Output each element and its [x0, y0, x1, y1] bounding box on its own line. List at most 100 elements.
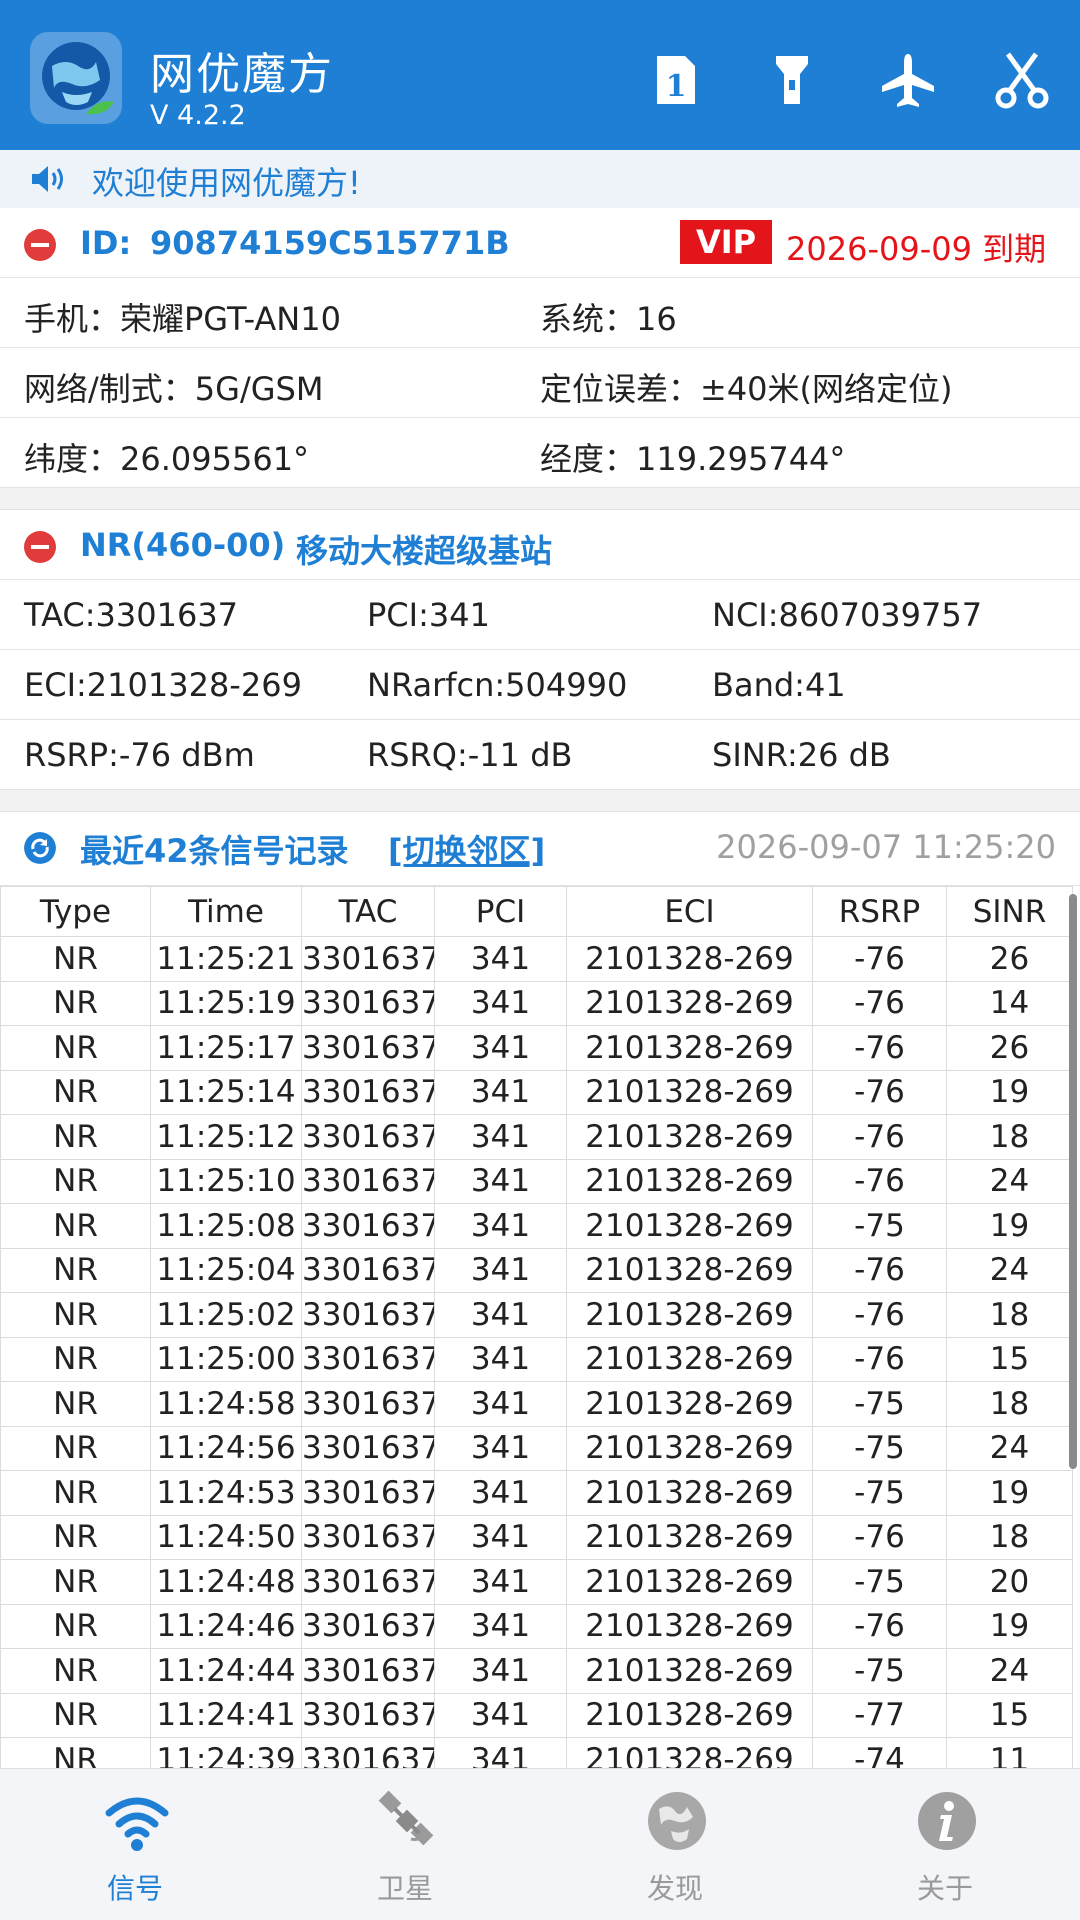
cell-rsrp: -76 — [812, 1069, 947, 1115]
cell-pci: 341 — [434, 936, 567, 982]
records-table-container[interactable]: Type Time TAC PCI ECI RSRP SINR NR 11:25:… — [0, 886, 1080, 1768]
cell-eci: 2101328-269 — [566, 1336, 813, 1382]
cell-tac: 3301637 — [301, 1025, 435, 1071]
cell-eci: 2101328-269 — [566, 1692, 813, 1738]
welcome-text: 欢迎使用网优魔方! — [92, 164, 361, 202]
cell-time: 11:25:00 — [150, 1336, 302, 1382]
cell-sinr: 11 — [946, 1737, 1073, 1768]
satellite-icon — [378, 1790, 434, 1846]
cell-pci: 341 — [434, 1692, 567, 1738]
location-error: 定位误差：±40米(网络定位) — [540, 370, 953, 408]
nav-item-about[interactable]: 关于 — [810, 1769, 1080, 1920]
cell-eci: 2101328-269 — [566, 1470, 813, 1516]
cell-pci: 341 — [434, 1381, 567, 1427]
cell-pci: 341 — [434, 1292, 567, 1338]
cell-rsrp: RSRP:-76 dBm — [24, 736, 255, 774]
cell-type: NR — [0, 1692, 151, 1738]
device-id-value: 90874159C515771B — [150, 224, 510, 262]
cell-tac: 3301637 — [301, 1336, 435, 1382]
table-row: NR 11:25:14 3301637 341 2101328-269 -76 19 — [0, 1069, 1073, 1115]
table-scrollbar[interactable] — [1069, 894, 1077, 1469]
sim-card-icon[interactable]: 1 — [645, 50, 705, 110]
cell-row-3: RSRP:-76 dBm RSRQ:-11 dB SINR:26 dB — [0, 720, 1080, 790]
switch-neighbor-link[interactable]: [切换邻区] — [388, 826, 545, 872]
cell-eci: 2101328-269 — [566, 1381, 813, 1427]
cell-tac: 3301637 — [301, 1514, 435, 1560]
cell-eci: ECI:2101328-269 — [24, 666, 302, 704]
airplane-icon[interactable] — [878, 50, 938, 110]
cell-tac: 3301637 — [301, 1158, 435, 1204]
nav-item-satellite[interactable]: 卫星 — [270, 1769, 540, 1920]
cell-rsrp: -76 — [812, 1514, 947, 1560]
cell-rsrp: -76 — [812, 1114, 947, 1160]
col-header-time: Time — [150, 886, 302, 937]
records-header-row: Type Time TAC PCI ECI RSRP SINR — [0, 886, 1073, 937]
records-timestamp: 2026-09-07 11:25:20 — [716, 828, 1056, 866]
cell-type: NR — [0, 1737, 151, 1768]
cell-type: NR — [0, 1158, 151, 1204]
cell-time: 11:24:46 — [150, 1603, 302, 1649]
cell-eci: 2101328-269 — [566, 1114, 813, 1160]
cell-rsrp: -75 — [812, 1559, 947, 1605]
table-row: NR 11:25:00 3301637 341 2101328-269 -76 15 — [0, 1336, 1073, 1382]
records-header: 最近42条信号记录 [切换邻区] 2026-09-07 11:25:20 — [0, 812, 1080, 886]
cell-type: NR — [0, 1025, 151, 1071]
table-row: NR 11:24:58 3301637 341 2101328-269 -75 18 — [0, 1381, 1073, 1427]
nav-item-discover[interactable]: 发现 — [540, 1769, 810, 1920]
cell-tac: 3301637 — [301, 936, 435, 982]
cell-pci: 341 — [434, 1603, 567, 1649]
table-row: NR 11:24:56 3301637 341 2101328-269 -75 24 — [0, 1425, 1073, 1471]
table-row: NR 11:24:46 3301637 341 2101328-269 -76 19 — [0, 1603, 1073, 1649]
cell-eci: 2101328-269 — [566, 1559, 813, 1605]
cell-site-name: 移动大楼超级基站 — [296, 532, 553, 570]
cell-rsrq: RSRQ:-11 dB — [367, 736, 573, 774]
cell-rsrp: -75 — [812, 1203, 947, 1249]
cell-pci: 341 — [434, 1025, 567, 1071]
nav-item-signal[interactable]: 信号 — [0, 1769, 270, 1920]
cell-rsrp: -74 — [812, 1737, 947, 1768]
cell-tac: 3301637 — [301, 1603, 435, 1649]
table-row: NR 11:24:53 3301637 341 2101328-269 -75 19 — [0, 1470, 1073, 1516]
cell-time: 11:25:04 — [150, 1247, 302, 1293]
collapse-device-icon[interactable] — [24, 229, 56, 261]
cell-row-1: TAC:3301637 PCI:341 NCI:8607039757 — [0, 580, 1080, 650]
cell-time: 11:25:12 — [150, 1114, 302, 1160]
cell-rsrp: -77 — [812, 1692, 947, 1738]
cell-type: NR — [0, 1559, 151, 1605]
cell-pci: 341 — [434, 980, 567, 1026]
flashlight-icon[interactable] — [762, 50, 822, 110]
cell-type: NR — [0, 1603, 151, 1649]
device-network-row: 网络/制式：5G/GSM 定位误差：±40米(网络定位) — [0, 348, 1080, 418]
device-id-row: ID: 90874159C515771B VIP 2026-09-09 到期 — [0, 208, 1080, 278]
device-phone-row: 手机：荣耀PGT-AN10 系统：16 — [0, 278, 1080, 348]
cell-nrarfcn: NRarfcn:504990 — [367, 666, 628, 704]
nav-label-about: 关于 — [916, 1872, 973, 1905]
speaker-icon — [32, 166, 63, 192]
records-title: 最近42条信号记录 — [80, 832, 349, 870]
cell-band: Band:41 — [712, 666, 846, 704]
phone-model: 手机：荣耀PGT-AN10 — [24, 300, 341, 338]
sim-slot-number: 1 — [666, 69, 687, 104]
cell-sinr: 24 — [946, 1648, 1073, 1694]
refresh-icon[interactable] — [24, 832, 56, 864]
cell-type: NR — [0, 1648, 151, 1694]
table-row: NR 11:24:48 3301637 341 2101328-269 -75 20 — [0, 1559, 1073, 1605]
nav-label-signal: 信号 — [106, 1872, 163, 1905]
cell-type: NR — [0, 936, 151, 982]
nav-label-satellite: 卫星 — [376, 1872, 433, 1905]
col-header-sinr: SINR — [946, 886, 1073, 937]
cell-rsrp: -76 — [812, 1158, 947, 1204]
collapse-cell-icon[interactable] — [24, 531, 56, 563]
scissors-icon[interactable] — [992, 50, 1052, 110]
cell-time: 11:24:50 — [150, 1514, 302, 1560]
network-type: 网络/制式：5G/GSM — [24, 370, 324, 408]
cell-time: 11:25:21 — [150, 936, 302, 982]
col-header-pci: PCI — [434, 886, 567, 937]
cell-sinr: 24 — [946, 1158, 1073, 1204]
cell-rsrp: -76 — [812, 1025, 947, 1071]
cell-tac: 3301637 — [301, 1381, 435, 1427]
cell-sinr: 18 — [946, 1381, 1073, 1427]
device-coords-row: 纬度：26.095561° 经度：119.295744° — [0, 418, 1080, 488]
col-header-rsrp: RSRP — [812, 886, 947, 937]
cell-eci: 2101328-269 — [566, 1425, 813, 1471]
